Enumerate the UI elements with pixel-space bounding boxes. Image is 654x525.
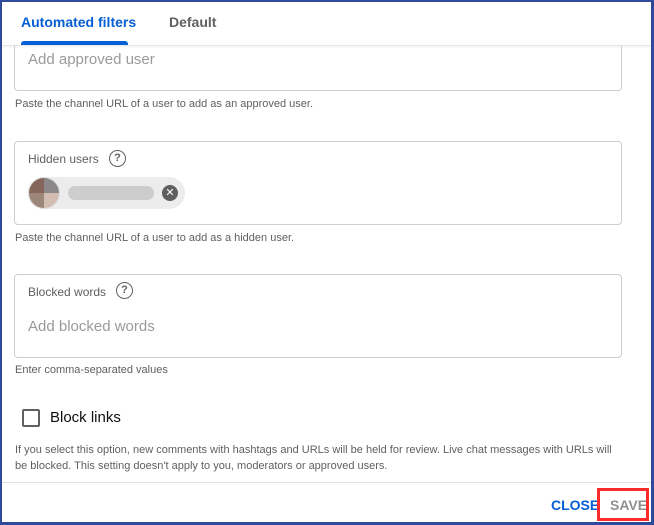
dialog-footer: CLOSE SAVE xyxy=(2,482,651,522)
tab-default[interactable]: Default xyxy=(169,2,216,46)
hidden-users-helper: Paste the channel URL of a user to add a… xyxy=(15,232,295,244)
tab-automated-filters[interactable]: Automated filters xyxy=(21,2,136,46)
active-tab-indicator xyxy=(21,41,128,45)
approved-user-input[interactable]: Add approved user xyxy=(28,51,155,68)
tab-bar: Automated filters Default xyxy=(2,2,651,46)
save-button[interactable]: SAVE xyxy=(610,497,647,513)
block-links-label[interactable]: Block links xyxy=(50,409,121,426)
blocked-words-helper: Enter comma-separated values xyxy=(15,364,168,376)
hidden-users-field[interactable]: Hidden users ? ✕ xyxy=(14,141,622,225)
blocked-words-label: Blocked words xyxy=(28,285,107,299)
dialog-frame: Automated filters Default Add approved u… xyxy=(0,0,654,525)
remove-chip-icon[interactable]: ✕ xyxy=(162,185,178,201)
avatar xyxy=(28,177,60,209)
hidden-user-chip: ✕ xyxy=(28,177,185,209)
block-links-description: If you select this option, new comments … xyxy=(15,444,612,472)
settings-content: Add approved user Paste the channel URL … xyxy=(2,36,651,482)
help-circle-icon[interactable]: ? xyxy=(116,282,133,299)
blocked-words-input[interactable]: Add blocked words xyxy=(28,318,155,335)
help-circle-icon[interactable]: ? xyxy=(109,150,126,167)
hidden-users-label: Hidden users xyxy=(28,152,99,166)
approved-user-helper: Paste the channel URL of a user to add a… xyxy=(15,98,314,110)
hidden-user-name-blurred xyxy=(68,186,154,200)
blocked-words-field[interactable]: Blocked words ? Add blocked words xyxy=(14,274,622,358)
close-button[interactable]: CLOSE xyxy=(551,497,599,513)
block-links-checkbox[interactable] xyxy=(22,409,40,427)
